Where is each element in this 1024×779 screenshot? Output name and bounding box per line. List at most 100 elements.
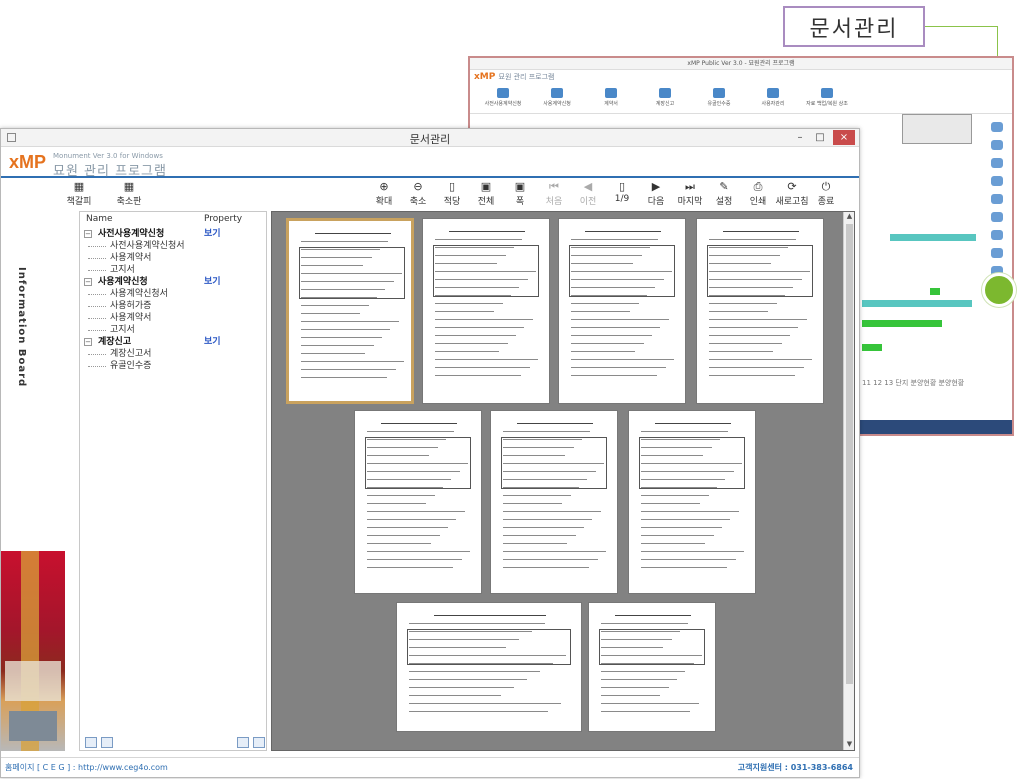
tree-item[interactable]: 사용계약신청서: [80, 288, 266, 300]
page-text-line: [503, 559, 598, 560]
previous-page-button[interactable]: ◀ 이전: [571, 181, 605, 209]
tree-connector: [88, 258, 106, 259]
zoom-in-button[interactable]: ⊕ 확대: [367, 181, 401, 209]
tree-item[interactable]: 고지서: [80, 264, 266, 276]
view-link[interactable]: 보기: [204, 336, 221, 348]
toolbar-label: 처음: [545, 197, 563, 207]
page-text-line: [409, 671, 541, 672]
page-text-line: [448, 231, 526, 232]
background-toolbar-item: 유골인수증: [698, 88, 740, 109]
thumbnail-button[interactable]: ▦ 축소판: [111, 181, 147, 208]
next-page-button[interactable]: ▶ 다음: [639, 181, 673, 209]
homepage-link[interactable]: 홈페이지 [ C E G ] : http://www.ceg4o.com: [5, 758, 168, 778]
page-number-icon: ▯: [618, 180, 626, 193]
page-text-line: [435, 319, 533, 320]
tree-header-property: Property: [204, 214, 243, 224]
sidebar-app-icon: [991, 194, 1003, 204]
full-page-button[interactable]: ▣ 전체: [469, 181, 503, 209]
tree-item[interactable]: 계장신고서: [80, 348, 266, 360]
page-thumbnail[interactable]: [558, 218, 686, 404]
background-toolbar-label: 사전사용계약신청: [484, 101, 522, 107]
page-text-line: [709, 239, 797, 240]
print-button[interactable]: ⎙ 인쇄: [741, 181, 775, 209]
tree-item[interactable]: 사용계약서: [80, 252, 266, 264]
export-icon[interactable]: [237, 737, 249, 748]
page-thumbnail[interactable]: [628, 410, 756, 594]
tree-connector: [88, 318, 106, 319]
last-page-button[interactable]: ⏭ 마지막: [673, 181, 707, 209]
tree-item[interactable]: 고지서: [80, 324, 266, 336]
add-document-icon[interactable]: [85, 737, 97, 748]
page-text-line: [722, 231, 800, 232]
tree-item[interactable]: 사용허가증: [80, 300, 266, 312]
page-thumbnail[interactable]: [286, 218, 414, 404]
cyan-status-bar: [890, 234, 976, 241]
scroll-thumb[interactable]: [846, 224, 853, 684]
minimize-button[interactable]: –: [791, 130, 809, 145]
page-text-line: [601, 687, 669, 688]
page-text-line: [571, 343, 644, 344]
tree-item-label: 사용계약신청서: [110, 289, 168, 299]
tree-connector: [88, 306, 106, 307]
tree-group-row[interactable]: − 사용계약신청 보기: [80, 276, 266, 288]
brand-program-name: 묘원 관리 프로그램: [53, 164, 167, 179]
background-brand-logo: xMP: [474, 72, 496, 82]
collapse-icon[interactable]: −: [84, 338, 92, 346]
page-text-line: [503, 535, 576, 536]
page-text-line: [601, 711, 691, 712]
maximize-button[interactable]: □: [811, 130, 829, 145]
callout-connector: [925, 26, 998, 27]
tree-item-label: 사용계약서: [110, 253, 152, 263]
toolbar-label: 폭: [515, 197, 525, 207]
close-button[interactable]: ×: [833, 130, 855, 145]
toolbar-label: 마지막: [677, 197, 703, 207]
background-toolbar-icon: [605, 88, 617, 98]
page-number-button[interactable]: ▯ 1/9: [605, 181, 639, 209]
settings-button[interactable]: ✎ 설정: [707, 181, 741, 209]
left-toolbar: ▦ 책갈피 ▦ 축소판: [61, 181, 271, 208]
fit-page-button[interactable]: ▯ 적당: [435, 181, 469, 209]
callout-label: 문서관리: [783, 6, 925, 47]
background-toolbar-icon: [713, 88, 725, 98]
page-text-line: [301, 313, 361, 314]
collapse-icon[interactable]: −: [84, 278, 92, 286]
tree-item[interactable]: 사용계약서: [80, 312, 266, 324]
tree-group-row[interactable]: − 사전사용계약신청 보기: [80, 228, 266, 240]
toolbar-label: 전체: [477, 197, 495, 207]
first-page-button[interactable]: ⏮ 처음: [537, 181, 571, 209]
scroll-down-icon[interactable]: ▼: [844, 740, 854, 750]
page-form-table: [433, 245, 539, 297]
viewer-scrollbar[interactable]: ▲ ▼: [843, 212, 854, 750]
page-text-line: [435, 239, 523, 240]
page-thumbnail[interactable]: [696, 218, 824, 404]
page-thumbnail[interactable]: [396, 602, 582, 732]
page-thumbnail[interactable]: [354, 410, 482, 594]
page-text-line: [709, 303, 777, 304]
view-link[interactable]: 보기: [204, 276, 221, 288]
page-text-line: [367, 535, 440, 536]
exit-button[interactable]: ⏻ 종료: [809, 181, 843, 209]
tree-group-row[interactable]: − 계장신고 보기: [80, 336, 266, 348]
page-text-line: [367, 543, 432, 544]
page-thumbnail[interactable]: [588, 602, 716, 732]
refresh-button[interactable]: ⟳ 새로고침: [775, 181, 809, 209]
tree-item[interactable]: 사전사용계약신청서: [80, 240, 266, 252]
page-text-line: [367, 495, 435, 496]
page-thumbnail[interactable]: [490, 410, 618, 594]
tree-group-label: 사전사용계약신청: [98, 229, 165, 239]
page-text-line: [709, 367, 804, 368]
brand-version: Monument Ver 3.0 for Windows: [53, 152, 163, 160]
tree-item[interactable]: 유골인수증: [80, 360, 266, 372]
fit-width-button[interactable]: ▣ 폭: [503, 181, 537, 209]
scroll-up-icon[interactable]: ▲: [844, 212, 854, 222]
view-link[interactable]: 보기: [204, 228, 221, 240]
page-text-line: [641, 559, 736, 560]
zoom-out-button[interactable]: ⊖ 축소: [401, 181, 435, 209]
page-thumbnail[interactable]: [422, 218, 550, 404]
edit-document-icon[interactable]: [101, 737, 113, 748]
import-icon[interactable]: [253, 737, 265, 748]
collapse-icon[interactable]: −: [84, 230, 92, 238]
bookmark-button[interactable]: ▦ 책갈피: [61, 181, 97, 208]
background-window-title: xMP Public Ver 3.0 - 묘원관리 프로그램: [470, 58, 1012, 70]
fit-width-icon: ▣: [514, 180, 526, 193]
